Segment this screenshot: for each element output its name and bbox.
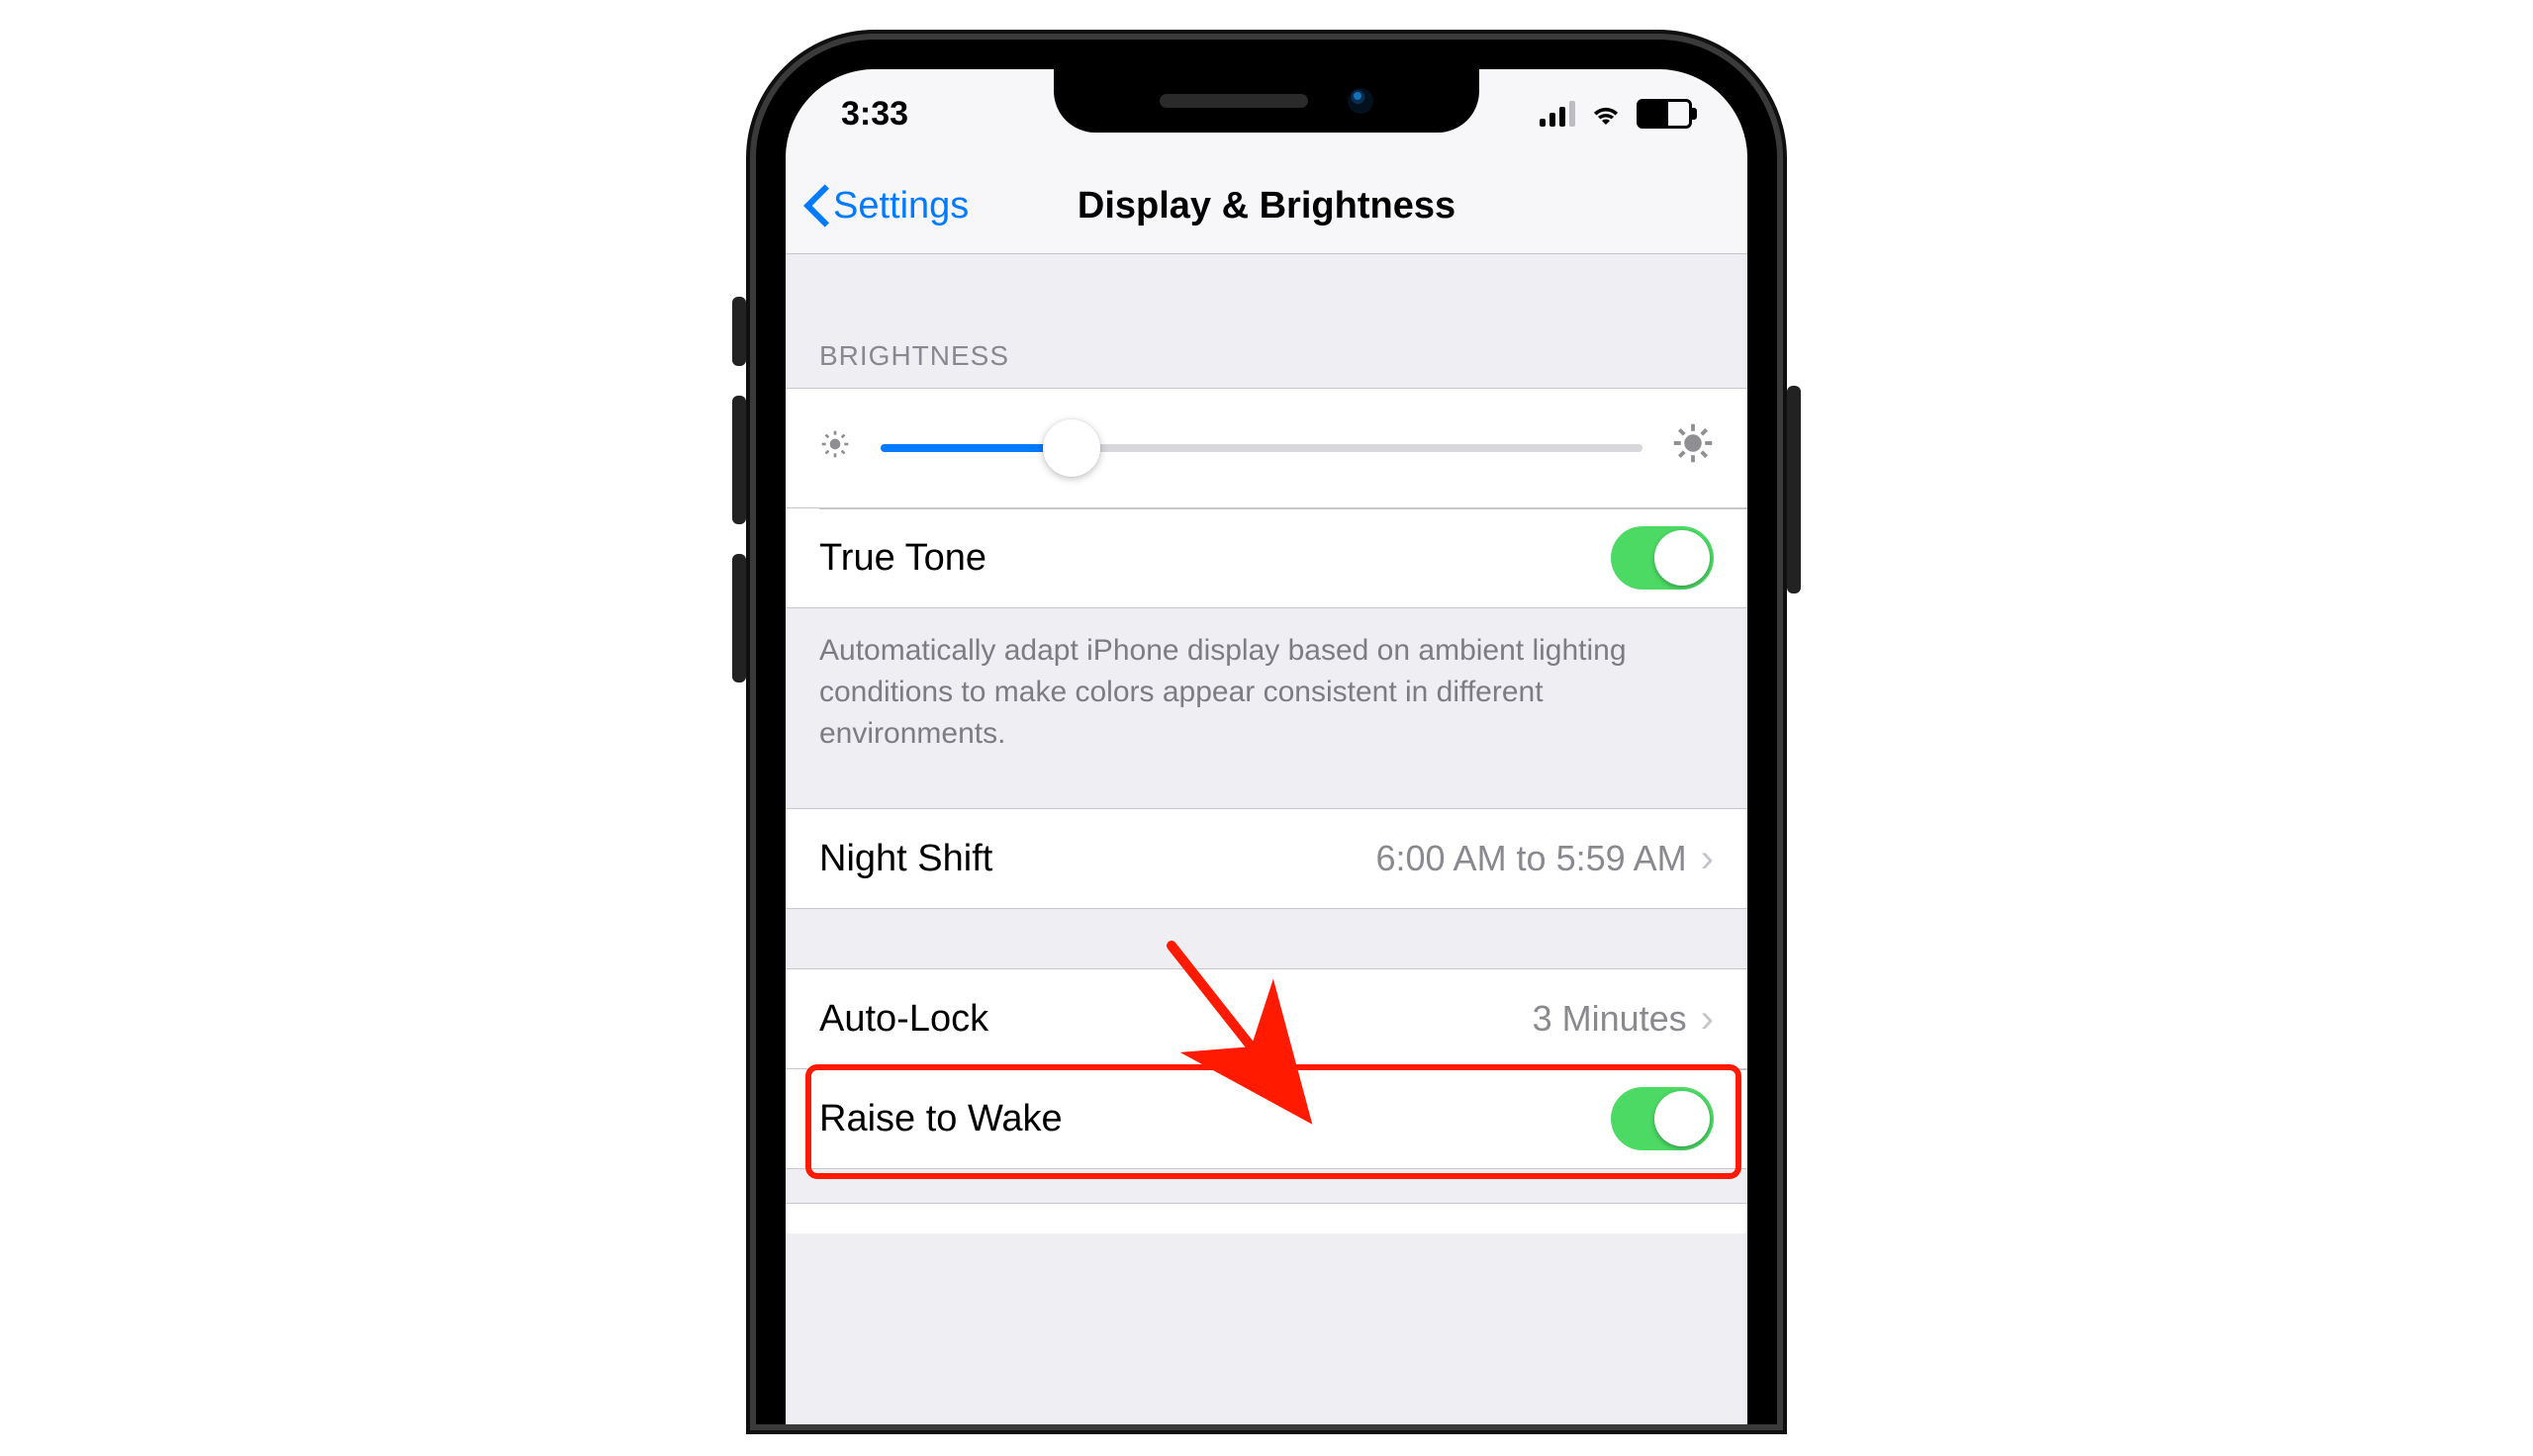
slider-knob[interactable] — [1043, 419, 1100, 477]
true-tone-description: Automatically adapt iPhone display based… — [786, 608, 1747, 808]
raise-to-wake-switch[interactable] — [1611, 1087, 1714, 1150]
back-label: Settings — [833, 185, 969, 228]
sun-small-icon — [819, 427, 851, 470]
raise-to-wake-row: Raise to Wake — [786, 1068, 1747, 1168]
notch — [1054, 69, 1479, 133]
back-button[interactable]: Settings — [786, 184, 969, 228]
cellular-signal-icon — [1540, 101, 1575, 127]
brightness-slider-row[interactable] — [786, 389, 1747, 507]
raise-to-wake-label: Raise to Wake — [819, 1098, 1063, 1140]
night-shift-group: Night Shift 6:00 AM to 5:59 AM › — [786, 808, 1747, 909]
status-time: 3:33 — [841, 95, 908, 134]
brightness-slider[interactable] — [881, 444, 1642, 452]
brightness-group: True Tone — [786, 388, 1747, 608]
auto-lock-label: Auto-Lock — [819, 998, 988, 1041]
true-tone-label: True Tone — [819, 537, 986, 580]
next-group-peek — [786, 1204, 1747, 1233]
speaker-grille — [1160, 94, 1308, 108]
true-tone-switch[interactable] — [1611, 526, 1714, 590]
screen: 3:33 Settings — [786, 69, 1747, 1424]
volume-up-button — [732, 396, 746, 524]
chevron-right-icon: › — [1701, 997, 1714, 1042]
true-tone-row: True Tone — [786, 507, 1747, 607]
chevron-right-icon: › — [1701, 837, 1714, 881]
auto-lock-row[interactable]: Auto-Lock 3 Minutes › — [786, 969, 1747, 1068]
mute-switch — [732, 297, 746, 366]
lock-group: Auto-Lock 3 Minutes › Raise to Wake — [786, 968, 1747, 1169]
front-camera — [1348, 88, 1373, 114]
nav-bar: Settings Display & Brightness — [786, 158, 1747, 254]
sun-large-icon — [1672, 422, 1714, 474]
auto-lock-value: 3 Minutes — [1533, 998, 1687, 1040]
volume-down-button — [732, 554, 746, 682]
chevron-left-icon — [803, 184, 829, 228]
night-shift-row[interactable]: Night Shift 6:00 AM to 5:59 AM › — [786, 809, 1747, 908]
content: BRIGHTNESS True Tone — [786, 253, 1747, 1424]
side-button — [1787, 386, 1801, 593]
brightness-header: BRIGHTNESS — [786, 253, 1747, 388]
iphone-frame: 3:33 Settings — [756, 40, 1777, 1424]
wifi-icon — [1591, 103, 1621, 125]
battery-icon — [1637, 99, 1692, 129]
night-shift-value: 6:00 AM to 5:59 AM — [1375, 838, 1686, 879]
night-shift-label: Night Shift — [819, 838, 992, 880]
